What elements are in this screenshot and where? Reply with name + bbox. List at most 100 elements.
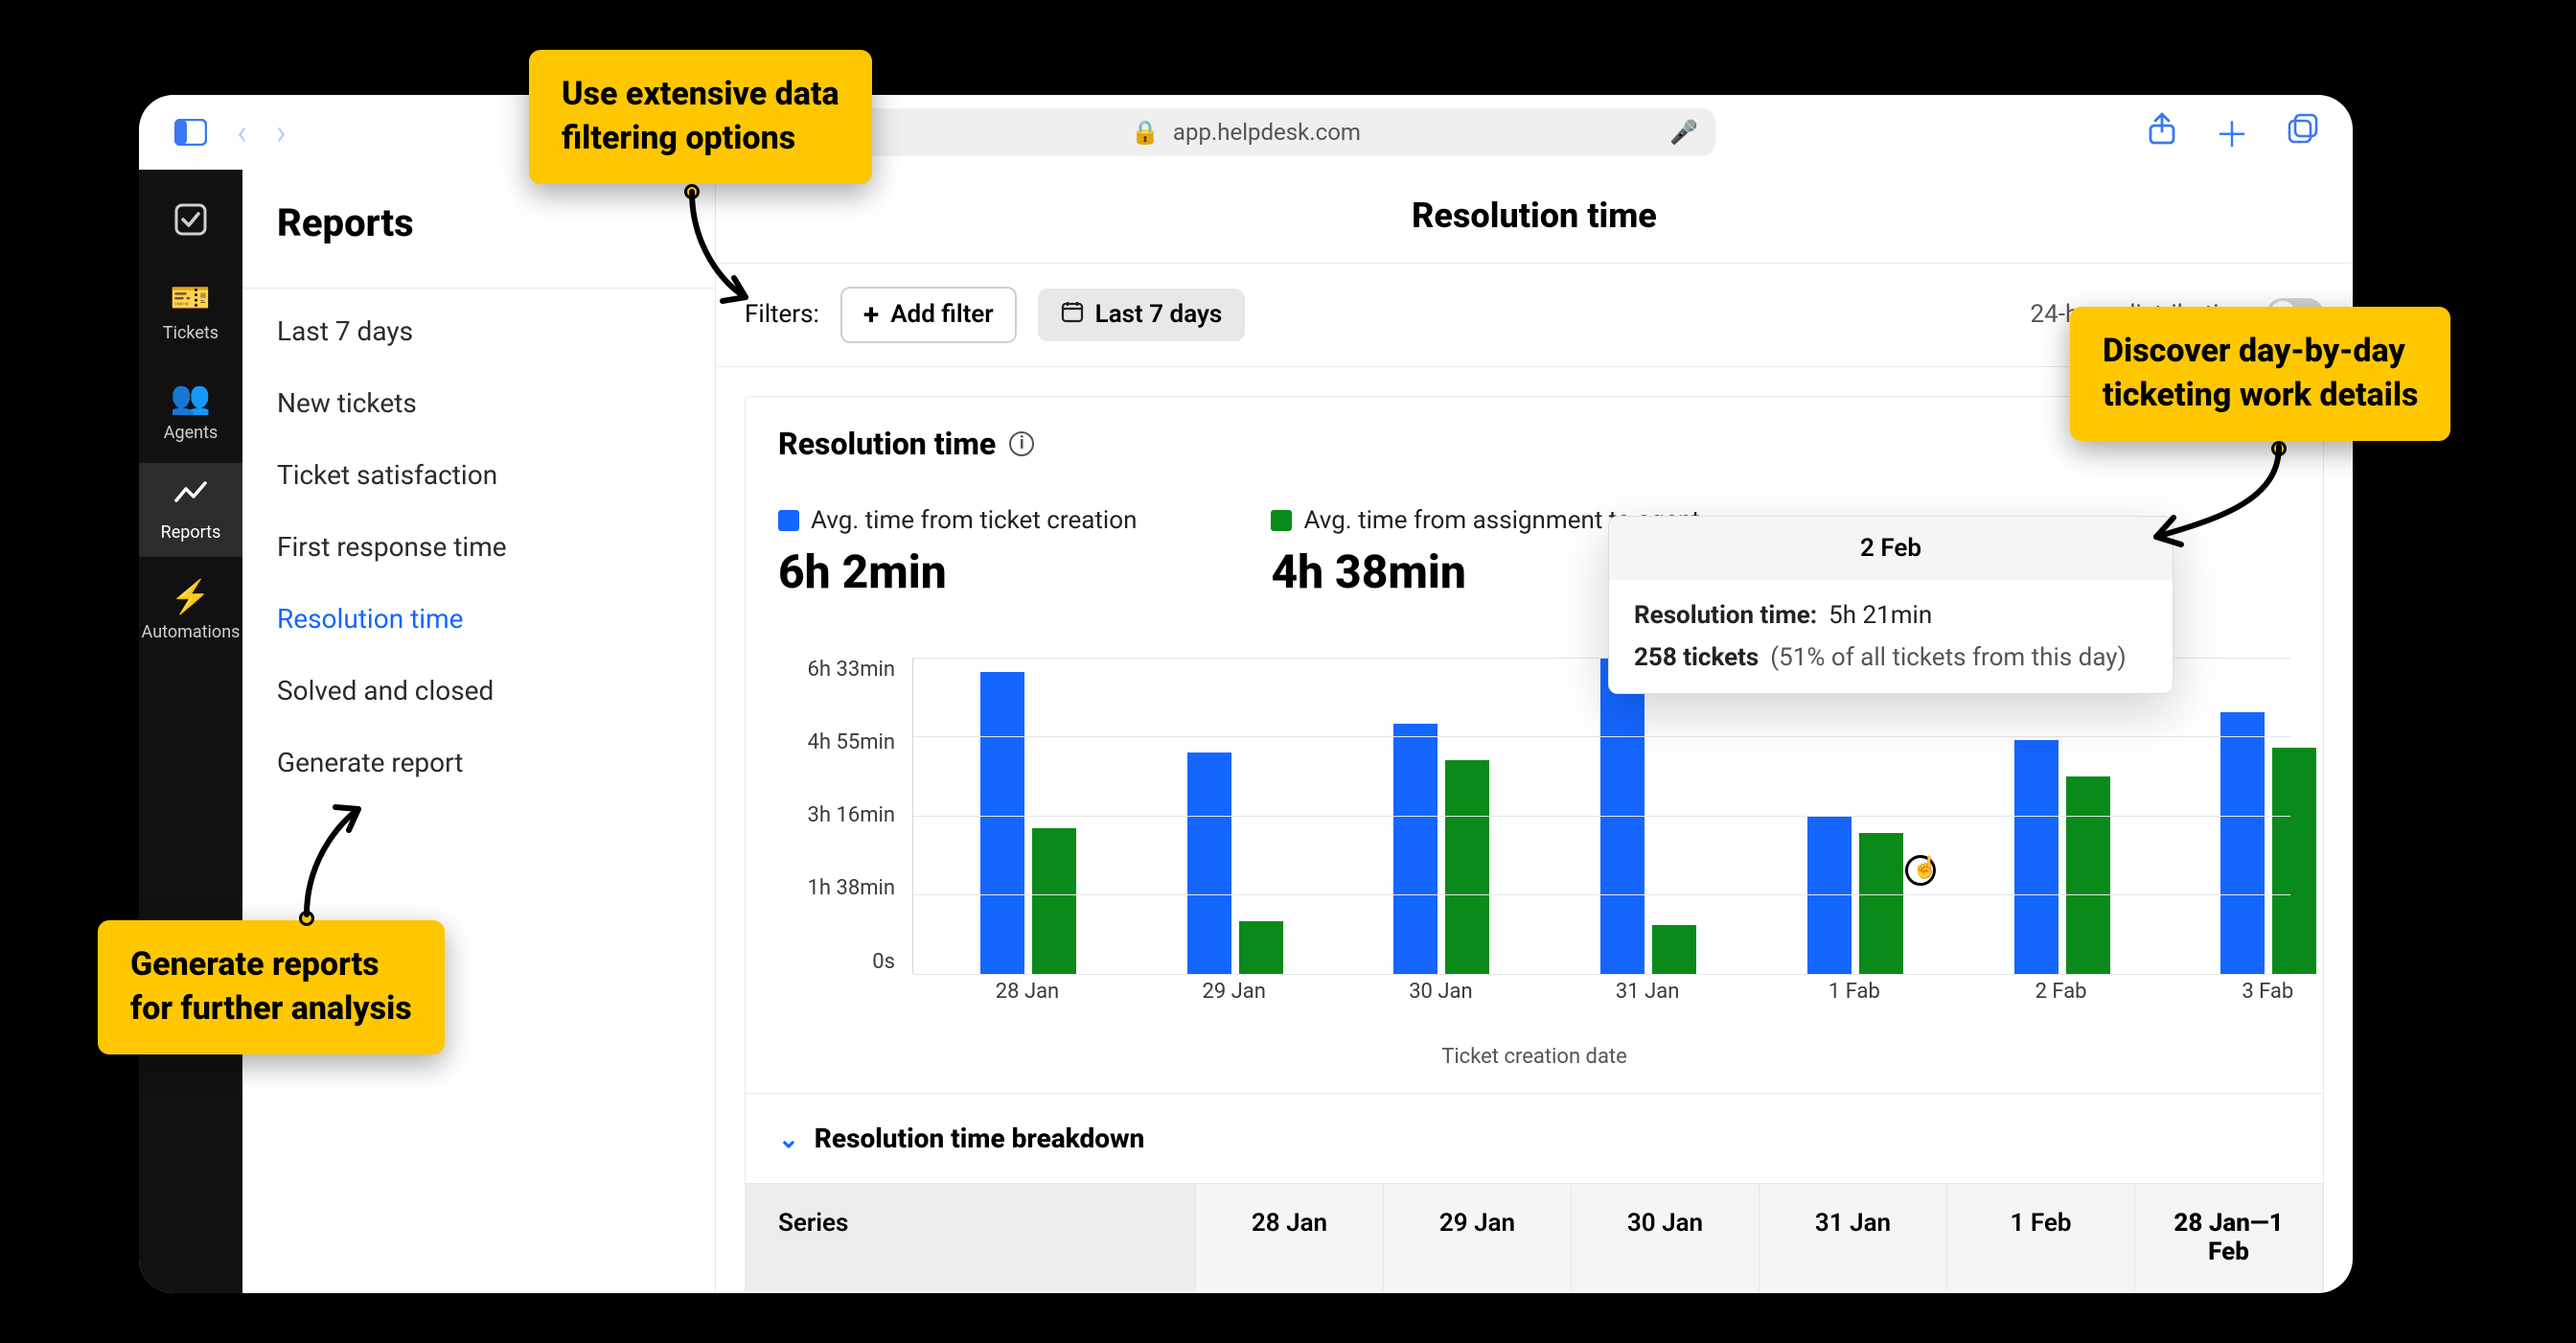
- bar-assignment: [1652, 925, 1696, 973]
- legend-swatch-green: [1271, 510, 1292, 531]
- rail-item-automations[interactable]: ⚡ Automations: [139, 563, 242, 657]
- filters-label: Filters:: [745, 300, 819, 329]
- breakdown-label: Resolution time breakdown: [815, 1123, 1144, 1154]
- metric-label-creation: Avg. time from ticket creation: [811, 506, 1137, 535]
- tooltip-row1-value: 5h 21min: [1828, 601, 1932, 630]
- x-tick-label: 30 Jan: [1354, 980, 1527, 1004]
- rail-label: Reports: [161, 522, 221, 543]
- breakdown-toggle[interactable]: ⌄ Resolution time breakdown: [746, 1094, 2323, 1183]
- bar-cluster[interactable]: [1976, 740, 2149, 974]
- nav-forward-icon[interactable]: ›: [276, 115, 287, 150]
- resolution-time-chart: 6h 33min 4h 55min 3h 16min 1h 38min 0s 28 Ja…: [778, 658, 2290, 1012]
- y-tick-label: 4h 55min: [778, 730, 895, 754]
- callout-filter-text: Use extensive data filtering options: [562, 75, 840, 157]
- bar-cluster[interactable]: [1355, 724, 1528, 973]
- breakdown-column-header: Series: [746, 1184, 1196, 1291]
- bar-cluster[interactable]: [2182, 712, 2353, 974]
- tooltip-row1-label: Resolution time:: [1634, 601, 1817, 630]
- bar-creation: [1187, 753, 1231, 974]
- tickets-icon: 🎫: [171, 279, 211, 317]
- plus-icon: +: [863, 298, 879, 332]
- url-bar[interactable]: 🔒 app.helpdesk.com 🎤: [776, 108, 1715, 156]
- x-tick-label: 1 Fab: [1768, 980, 1941, 1004]
- bar-cluster[interactable]: [1149, 753, 1322, 974]
- share-icon[interactable]: [2148, 112, 2176, 153]
- new-tab-icon[interactable]: ＋: [2215, 107, 2249, 157]
- x-tick-label: 31 Jan: [1561, 980, 1734, 1004]
- info-icon[interactable]: i: [1009, 431, 1034, 456]
- agents-icon: 👥: [171, 379, 211, 417]
- add-filter-label: Add filter: [890, 300, 993, 329]
- bar-creation: [980, 672, 1024, 974]
- bar-assignment: [1445, 760, 1489, 974]
- sidebar-title: Reports: [242, 170, 715, 288]
- x-tick-label: 3 Fab: [2181, 980, 2353, 1004]
- breakdown-column-header: 28 Jan—1 Feb: [2135, 1184, 2323, 1291]
- breakdown-column-header: 29 Jan: [1384, 1184, 1572, 1291]
- y-tick-label: 1h 38min: [778, 876, 895, 900]
- mic-icon[interactable]: 🎤: [1669, 119, 1698, 146]
- tooltip-row2-rest: (51% of all tickets from this day): [1770, 643, 2126, 672]
- lock-icon: 🔒: [1131, 119, 1160, 146]
- nav-rail: 🎫 Tickets 👥 Agents Reports ⚡ Automations: [139, 170, 242, 1293]
- rail-item-inbox[interactable]: [139, 189, 242, 258]
- sidebar-item[interactable]: Ticket satisfaction: [277, 459, 680, 491]
- metric-value-creation: 6h 2min: [778, 544, 1137, 599]
- page-title: Resolution time: [716, 170, 2353, 264]
- breakdown-column-header: 30 Jan: [1572, 1184, 1760, 1291]
- callout-discover: Discover day-by-day ticketing work detai…: [2070, 307, 2450, 441]
- bar-cluster[interactable]: [942, 672, 1115, 974]
- sidebar-item[interactable]: Last 7 days: [277, 315, 680, 347]
- rail-label: Agents: [164, 423, 218, 443]
- x-tick-label: 29 Jan: [1148, 980, 1321, 1004]
- bar-creation: [2220, 712, 2265, 974]
- callout-filter-dot: [684, 184, 700, 199]
- tooltip-header: 2 Feb: [1609, 517, 2173, 580]
- inbox-check-icon: [173, 202, 208, 245]
- legend-swatch-blue: [778, 510, 799, 531]
- bar-creation: [1393, 724, 1438, 973]
- tooltip-row2-bold: 258 tickets: [1634, 643, 1759, 672]
- y-tick-label: 6h 33min: [778, 658, 895, 682]
- sidebar-item[interactable]: Solved and closed: [277, 675, 680, 706]
- x-tick-label: 2 Fab: [1975, 980, 2148, 1004]
- card-title: Resolution time: [778, 426, 996, 462]
- breakdown-column-header: 1 Feb: [1947, 1184, 2135, 1291]
- callout-filter: Use extensive data filtering options: [529, 50, 872, 184]
- browser-chrome: ‹ › 🔒 app.helpdesk.com 🎤 ＋: [139, 95, 2353, 170]
- date-range-chip[interactable]: Last 7 days: [1038, 289, 1246, 341]
- rail-item-tickets[interactable]: 🎫 Tickets: [139, 264, 242, 358]
- date-range-label: Last 7 days: [1095, 300, 1223, 329]
- rail-label: Automations: [142, 622, 241, 642]
- url-text: app.helpdesk.com: [1173, 119, 1361, 146]
- x-axis-title: Ticket creation date: [746, 1045, 2323, 1069]
- bar-assignment: [1239, 921, 1283, 974]
- rail-item-reports[interactable]: Reports: [139, 463, 242, 557]
- callout-discover-text: Discover day-by-day ticketing work detai…: [2103, 332, 2418, 414]
- bar-assignment: [1859, 833, 1903, 974]
- reports-sidebar: Reports Last 7 days New tickets Ticket sat…: [242, 170, 716, 1293]
- sidebar-item[interactable]: Generate report: [277, 747, 680, 778]
- add-filter-button[interactable]: + Add filter: [840, 287, 1017, 343]
- callout-generate-dot: [299, 911, 314, 926]
- sidebar-item[interactable]: Resolution time: [277, 603, 680, 635]
- sidebar-item[interactable]: New tickets: [277, 387, 680, 419]
- callout-generate-text: Generate reports for further analysis: [130, 945, 412, 1028]
- breakdown-column-header: 28 Jan: [1196, 1184, 1384, 1291]
- bar-creation: [2014, 740, 2058, 974]
- breakdown-section: ⌄ Resolution time breakdown Series28 Jan…: [746, 1093, 2323, 1291]
- chart-tooltip: 2 Feb Resolution time: 5h 21min 258 tick…: [1608, 516, 2174, 694]
- sidebar-item[interactable]: First response time: [277, 531, 680, 563]
- browser-window: ‹ › 🔒 app.helpdesk.com 🎤 ＋: [139, 95, 2353, 1293]
- reports-icon: [174, 478, 207, 517]
- sidebar-toggle-icon[interactable]: [173, 115, 208, 150]
- rail-item-agents[interactable]: 👥 Agents: [139, 363, 242, 457]
- tabs-icon[interactable]: [2288, 112, 2318, 152]
- y-tick-label: 3h 16min: [778, 803, 895, 827]
- x-tick-label: 28 Jan: [941, 980, 1114, 1004]
- automations-icon: ⚡: [171, 578, 211, 616]
- calendar-icon: [1061, 300, 1084, 330]
- rail-label: Tickets: [163, 323, 218, 343]
- nav-back-icon[interactable]: ‹: [237, 115, 247, 150]
- y-tick-label: 0s: [778, 950, 895, 974]
